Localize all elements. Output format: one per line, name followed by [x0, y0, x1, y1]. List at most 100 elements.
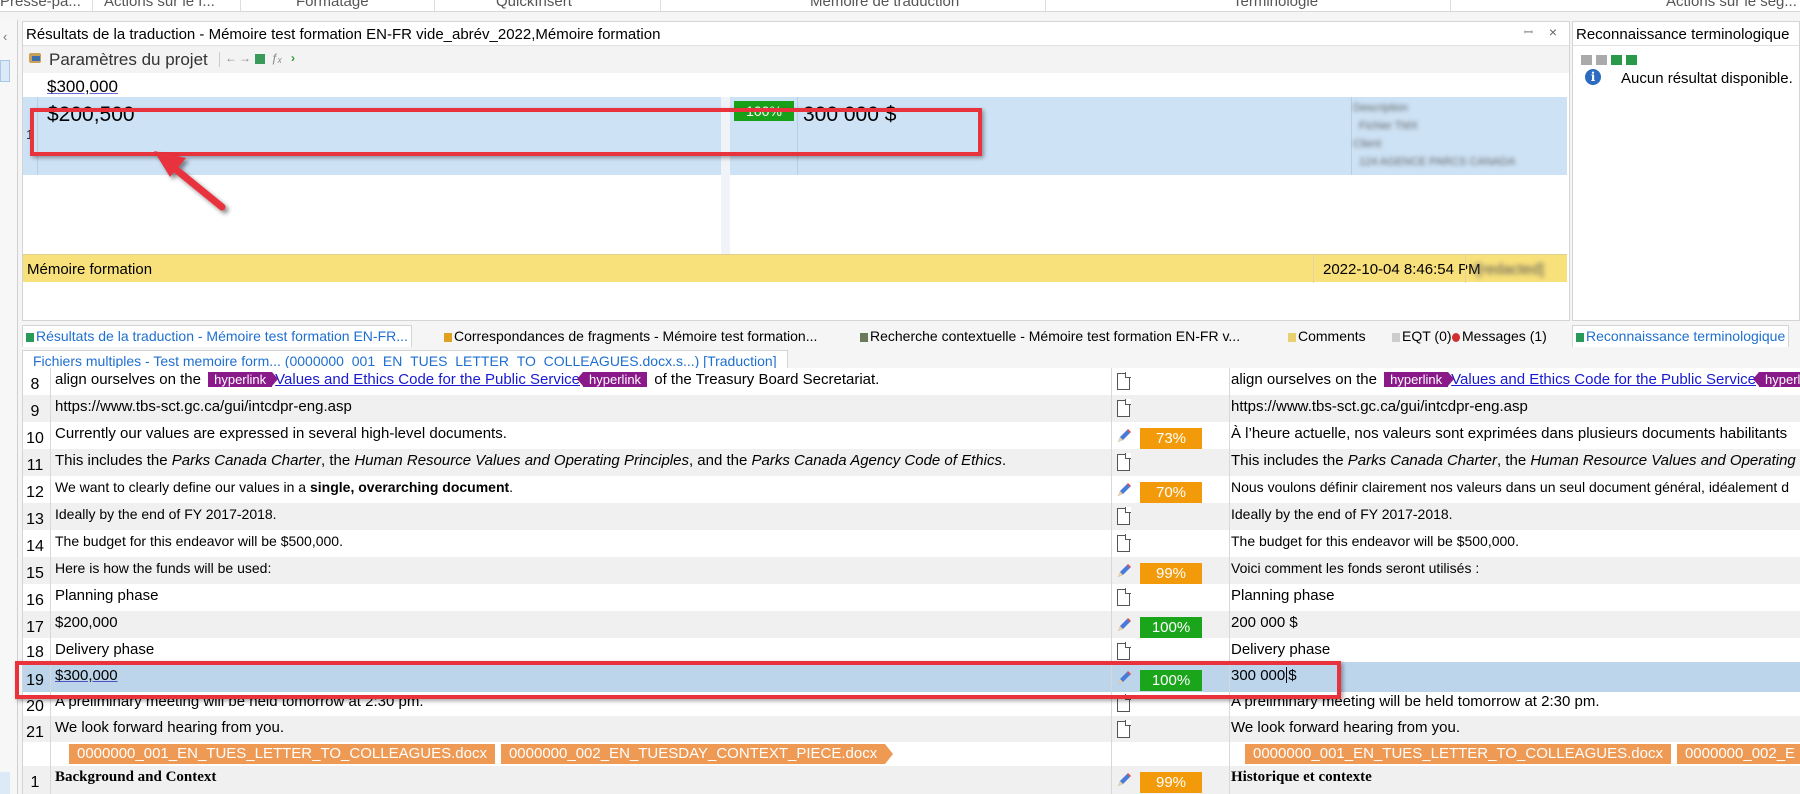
tab-fragment-matches[interactable]: Correspondances de fragments - Mémoire t…: [444, 325, 817, 347]
pin-icon[interactable]: ꟷ: [1524, 25, 1533, 40]
ribbon-group-file-actions[interactable]: Actions sur le f...: [104, 0, 215, 10]
source-cell[interactable]: A preliminary meeting will be held tomor…: [55, 693, 1119, 710]
tab-term-recognition[interactable]: Reconnaissance terminologique: [1572, 325, 1790, 347]
source-cell[interactable]: Here is how the funds will be used:: [55, 560, 1119, 576]
target-cell[interactable]: Historique et contexte: [1231, 769, 1800, 786]
column-separator: [50, 476, 51, 503]
term-list-icon[interactable]: [1596, 55, 1607, 65]
tm-icon[interactable]: [255, 54, 265, 64]
target-cell[interactable]: 200 000 $: [1231, 614, 1800, 631]
hyperlink-open-tag[interactable]: hyperlink: [208, 372, 279, 387]
segment-row[interactable]: 21 We look forward hearing from you. We …: [23, 716, 1800, 742]
target-input[interactable]: 300 000 $: [1231, 667, 1800, 684]
ribbon-group-clipboard[interactable]: Presse-pa...: [0, 0, 81, 10]
target-cell[interactable]: We look forward hearing from you.: [1231, 719, 1800, 736]
target-cell[interactable]: align ourselves on the hyperlink Values a…: [1231, 371, 1800, 388]
segment-row-active[interactable]: 19 $300,000 100% 300 000 $: [23, 662, 1800, 692]
tab-translation-results[interactable]: Résultats de la traduction - Mémoire tes…: [22, 325, 412, 347]
column-separator: [1229, 449, 1230, 476]
target-cell[interactable]: A preliminary meeting will be held tomor…: [1231, 693, 1800, 710]
segment-number: 16: [26, 592, 44, 609]
source-cell[interactable]: Background and Context: [55, 769, 1119, 786]
segment-row[interactable]: 13 Ideally by the end of FY 2017-2018. I…: [23, 503, 1800, 530]
hyperlink-close-tag[interactable]: hyperlink: [1753, 372, 1800, 387]
nav-selected-item[interactable]: [0, 60, 10, 82]
source-cell[interactable]: Planning phase: [55, 587, 1119, 604]
project-settings-button[interactable]: Paramètres du projet: [49, 50, 208, 70]
source-cell[interactable]: align ourselves on the hyperlink Values a…: [55, 371, 1119, 388]
segment-row[interactable]: 20 A preliminary meeting will be held to…: [23, 692, 1800, 716]
match-metadata-blurred: Description Fichier TMX Client 124 AGENC…: [1353, 99, 1563, 173]
source-cell[interactable]: https://www.tbs-sct.gc.ca/gui/intcdpr-en…: [55, 398, 1119, 415]
source-cell[interactable]: This includes the Parks Canada Charter, …: [55, 452, 1119, 469]
segment-row[interactable]: 18 Delivery phase Delivery phase: [23, 638, 1800, 662]
nav-selected-item[interactable]: [0, 772, 10, 794]
tab-label: Messages (1): [1462, 328, 1547, 344]
segment-row[interactable]: 9 https://www.tbs-sct.gc.ca/gui/intcdpr-…: [23, 395, 1800, 422]
ribbon-group-formatting[interactable]: Formatage: [296, 0, 369, 10]
segment-row[interactable]: 17 $200,000 100% 200 000 $: [23, 611, 1800, 638]
column-separator: [1229, 503, 1230, 530]
source-cell[interactable]: Delivery phase: [55, 641, 1119, 658]
segment-row[interactable]: 8 align ourselves on the hyperlink Values…: [23, 368, 1800, 395]
target-cell[interactable]: Voici comment les fonds seront utilisés …: [1231, 560, 1800, 576]
collapse-chevron-icon[interactable]: ‹: [3, 29, 7, 44]
target-cell[interactable]: Nous voulons définir clairement nos vale…: [1231, 479, 1800, 495]
info-icon: i: [1585, 69, 1601, 85]
hyperlink-text[interactable]: Values and Ethics Code for the Public Se…: [1451, 371, 1756, 388]
hyperlink-open-tag[interactable]: hyperlink: [1384, 372, 1455, 387]
match-score-badge: 73%: [1140, 428, 1202, 449]
document-status-icon: [1117, 372, 1131, 390]
tab-messages[interactable]: Messages (1): [1452, 325, 1547, 347]
target-cell[interactable]: Delivery phase: [1231, 641, 1800, 658]
tab-eqt[interactable]: EQT (0): [1392, 325, 1452, 347]
segment-row[interactable]: 12 We want to clearly define our values …: [23, 476, 1800, 503]
target-cell[interactable]: À l’heure actuelle, nos valeurs sont exp…: [1231, 425, 1800, 442]
ribbon-group-segment-actions[interactable]: Actions sur le seg...: [1666, 0, 1797, 10]
arrow-left-icon[interactable]: ←: [225, 51, 237, 65]
source-cell[interactable]: We look forward hearing from you.: [55, 719, 1119, 736]
source-cell[interactable]: $300,000: [55, 667, 1119, 684]
file-tag[interactable]: 0000000_002_E: [1676, 744, 1800, 764]
column-separator: [1111, 584, 1112, 611]
segment-row[interactable]: 16 Planning phase Planning phase: [23, 584, 1800, 611]
source-cell[interactable]: The budget for this endeavor will be $50…: [55, 533, 1119, 549]
term-view-icon[interactable]: [1581, 55, 1592, 65]
ribbon-group-quickinsert[interactable]: QuickInsert: [496, 0, 572, 10]
termbase-search-icon[interactable]: [1626, 55, 1637, 65]
target-cell[interactable]: https://www.tbs-sct.gc.ca/gui/intcdpr-en…: [1231, 398, 1800, 415]
segment-row[interactable]: 11 This includes the Parks Canada Charte…: [23, 449, 1800, 476]
segment-row[interactable]: 10 Currently our values are expressed in…: [23, 422, 1800, 449]
termbase-icon[interactable]: [1611, 55, 1622, 65]
tab-comments[interactable]: Comments: [1288, 325, 1366, 347]
chevron-right-icon[interactable]: ›: [291, 51, 295, 65]
italic-run: Parks Canada Agency Code of Ethics: [751, 452, 1002, 469]
segment-row[interactable]: 15 Here is how the funds will be used: 9…: [23, 557, 1800, 584]
formula-icon[interactable]: ƒₓ: [271, 51, 282, 65]
source-cell[interactable]: $200,000: [55, 614, 1119, 631]
target-cell[interactable]: Planning phase: [1231, 587, 1800, 604]
tab-concordance-search[interactable]: Recherche contextuelle - Mémoire test fo…: [860, 325, 1240, 347]
file-tag[interactable]: 0000000_001_EN_TUES_LETTER_TO_COLLEAGUES…: [1245, 744, 1671, 764]
source-cell[interactable]: We want to clearly define our values in …: [55, 479, 1119, 495]
project-settings-icon[interactable]: [29, 53, 41, 63]
close-icon[interactable]: ×: [1549, 24, 1557, 40]
column-separator: [50, 422, 51, 449]
segment-row[interactable]: 14 The budget for this endeavor will be …: [23, 530, 1800, 557]
ribbon-group-translation-memory[interactable]: Mémoire de traduction: [810, 0, 959, 10]
file-tag[interactable]: 0000000_002_EN_TUESDAY_CONTEXT_PIECE.doc…: [500, 744, 894, 764]
match-target-text: 300 000 $: [803, 103, 897, 126]
column-separator: [1111, 557, 1112, 584]
target-cell[interactable]: Ideally by the end of FY 2017-2018.: [1231, 506, 1800, 522]
arrow-right-icon[interactable]: →: [239, 51, 251, 65]
source-cell[interactable]: Ideally by the end of FY 2017-2018.: [55, 506, 1119, 522]
hyperlink-close-tag[interactable]: hyperlink: [577, 372, 648, 387]
segment-row[interactable]: 1 Background and Context 99% Historique …: [23, 766, 1800, 794]
tm-match-row[interactable]: 1 $200,500 100% 300 000 $ Description Fi…: [23, 97, 1567, 175]
hyperlink-text[interactable]: Values and Ethics Code for the Public Se…: [275, 371, 580, 388]
file-tag[interactable]: 0000000_001_EN_TUES_LETTER_TO_COLLEAGUES…: [69, 744, 495, 764]
target-cell[interactable]: The budget for this endeavor will be $50…: [1231, 533, 1800, 549]
source-cell[interactable]: Currently our values are expressed in se…: [55, 425, 1119, 442]
target-cell[interactable]: This includes the Parks Canada Charter, …: [1231, 452, 1800, 469]
ribbon-group-terminology[interactable]: Terminologie: [1233, 0, 1318, 10]
